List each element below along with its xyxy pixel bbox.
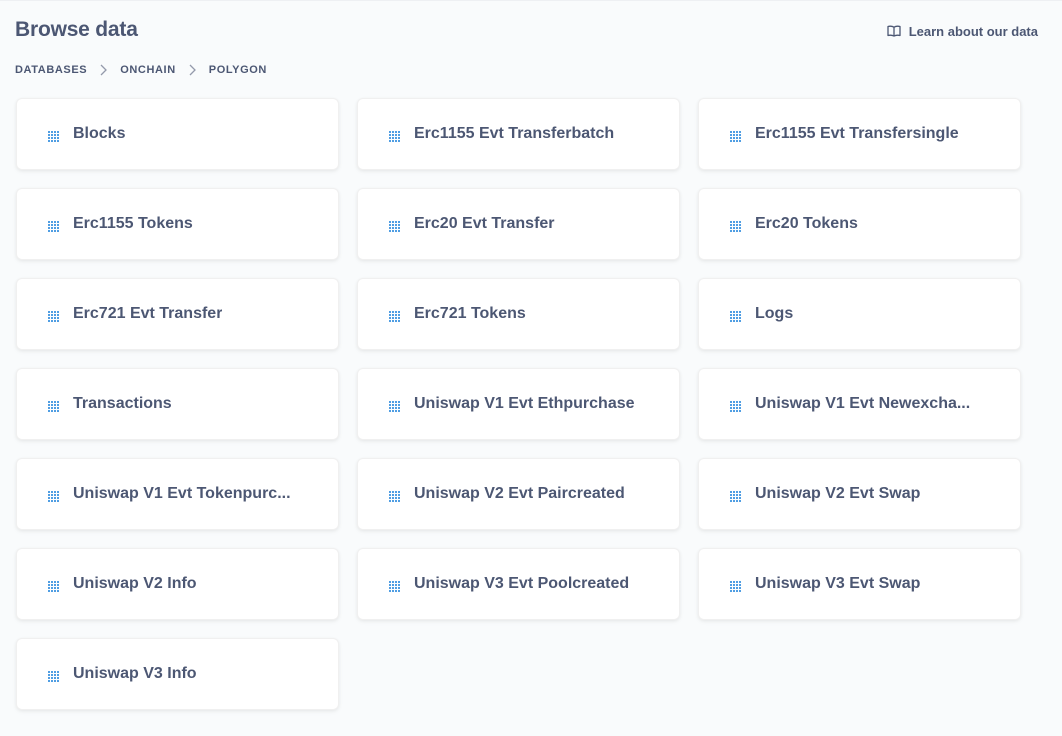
table-grid-icon <box>389 579 400 592</box>
table-grid-icon <box>389 219 400 232</box>
breadcrumb: Databases Onchain Polygon <box>15 64 267 76</box>
chevron-right-icon <box>189 64 196 76</box>
table-card-label: Uniswap V1 Evt Tokenpurc... <box>73 485 291 502</box>
table-card[interactable]: Uniswap V2 Evt Swap <box>698 458 1021 530</box>
table-card-label: Blocks <box>73 125 126 142</box>
table-grid: Blocks Erc1155 Evt Transferbatch Erc1155 E… <box>16 98 1021 710</box>
table-grid-icon <box>48 129 59 142</box>
table-grid-icon <box>730 489 741 502</box>
table-card[interactable]: Erc721 Tokens <box>357 278 680 350</box>
table-card-label: Erc721 Evt Transfer <box>73 305 223 322</box>
table-card-label: Uniswap V1 Evt Newexcha... <box>755 395 971 412</box>
table-card-label: Uniswap V2 Evt Swap <box>755 485 921 502</box>
table-card-label: Uniswap V1 Evt Ethpurchase <box>414 395 635 412</box>
header: Browse data Learn about our data <box>15 15 1038 45</box>
table-grid-icon <box>48 219 59 232</box>
learn-about-data-label: Learn about our data <box>908 23 1038 39</box>
page-title: Browse data <box>15 18 138 41</box>
table-card[interactable]: Transactions <box>16 368 339 440</box>
breadcrumb-databases[interactable]: Databases <box>15 64 87 76</box>
table-card[interactable]: Erc20 Evt Transfer <box>357 188 680 260</box>
table-card[interactable]: Erc1155 Evt Transfersingle <box>698 98 1021 170</box>
table-card-label: Erc20 Tokens <box>755 215 858 232</box>
table-grid-icon <box>48 579 59 592</box>
table-grid-icon <box>730 399 741 412</box>
table-card[interactable]: Erc20 Tokens <box>698 188 1021 260</box>
table-card-label: Uniswap V2 Evt Paircreated <box>414 485 625 502</box>
table-grid-icon <box>389 489 400 502</box>
table-grid-icon <box>730 309 741 322</box>
table-grid-icon <box>730 219 741 232</box>
table-grid-icon <box>48 309 59 322</box>
table-card[interactable]: Uniswap V2 Info <box>16 548 339 620</box>
table-grid-icon <box>389 129 400 142</box>
table-grid-icon <box>48 399 59 412</box>
table-card-label: Uniswap V3 Evt Swap <box>755 575 921 592</box>
table-grid-icon <box>48 489 59 502</box>
book-icon <box>887 25 901 37</box>
table-grid-icon <box>389 309 400 322</box>
table-card[interactable]: Uniswap V1 Evt Ethpurchase <box>357 368 680 440</box>
table-card[interactable]: Erc1155 Evt Transferbatch <box>357 98 680 170</box>
learn-about-data-link[interactable]: Learn about our data <box>887 22 1038 39</box>
table-card[interactable]: Uniswap V3 Evt Poolcreated <box>357 548 680 620</box>
table-grid-icon <box>48 669 59 682</box>
table-card[interactable]: Logs <box>698 278 1021 350</box>
table-card[interactable]: Uniswap V3 Evt Swap <box>698 548 1021 620</box>
table-card-label: Erc20 Evt Transfer <box>414 215 555 232</box>
table-grid-icon <box>730 129 741 142</box>
table-card-label: Logs <box>755 305 794 322</box>
browse-data-page: Browse data Learn about our data Databas… <box>0 0 1062 736</box>
table-card-label: Uniswap V3 Evt Poolcreated <box>414 575 630 592</box>
table-card[interactable]: Erc1155 Tokens <box>16 188 339 260</box>
chevron-right-icon <box>100 64 108 76</box>
table-card-label: Uniswap V2 Info <box>73 575 197 592</box>
table-card-label: Erc1155 Evt Transfersingle <box>755 125 959 142</box>
table-card[interactable]: Uniswap V1 Evt Tokenpurc... <box>16 458 339 530</box>
table-card-label: Uniswap V3 Info <box>73 665 197 682</box>
table-card[interactable]: Uniswap V3 Info <box>16 638 339 710</box>
table-card[interactable]: Uniswap V1 Evt Newexcha... <box>698 368 1021 440</box>
table-card-label: Erc1155 Tokens <box>73 215 193 232</box>
table-card[interactable]: Blocks <box>16 98 339 170</box>
table-card-label: Transactions <box>73 395 172 412</box>
table-card[interactable]: Uniswap V2 Evt Paircreated <box>357 458 680 530</box>
table-card-label: Erc1155 Evt Transferbatch <box>414 125 615 142</box>
breadcrumb-onchain[interactable]: Onchain <box>120 64 176 76</box>
table-card-label: Erc721 Tokens <box>414 305 526 322</box>
table-grid-icon <box>730 579 741 592</box>
breadcrumb-polygon[interactable]: Polygon <box>209 64 267 76</box>
table-card[interactable]: Erc721 Evt Transfer <box>16 278 339 350</box>
table-grid-icon <box>389 399 400 412</box>
